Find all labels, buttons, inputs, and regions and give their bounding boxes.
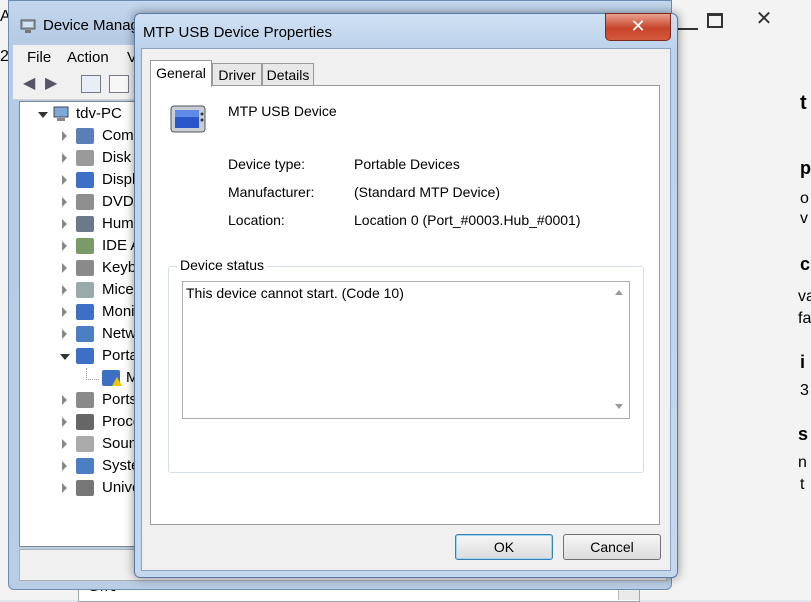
location-label: Location: bbox=[228, 212, 285, 228]
expand-arrow-icon[interactable] bbox=[62, 329, 67, 339]
bg-fragment: i bbox=[800, 352, 806, 372]
device-status-legend: Device status bbox=[177, 257, 268, 273]
collapse-arrow-icon[interactable] bbox=[60, 354, 70, 360]
device-category-icon bbox=[76, 282, 94, 298]
dialog-body: General Driver Details MTP USB Device De… bbox=[141, 48, 671, 571]
bg-fragment: p bbox=[800, 158, 811, 178]
menu-action[interactable]: Action bbox=[67, 49, 109, 66]
status-scrollbar[interactable] bbox=[610, 282, 628, 418]
device-category-icon bbox=[76, 150, 94, 166]
device-category-icon bbox=[76, 128, 94, 144]
device-category-icon bbox=[76, 326, 94, 342]
bg-maximize-button[interactable] bbox=[702, 10, 724, 28]
close-icon: ✕ bbox=[755, 6, 773, 30]
device-name: MTP USB Device bbox=[228, 103, 337, 119]
device-category-icon bbox=[76, 238, 94, 254]
forward-icon[interactable]: ▶ bbox=[45, 75, 63, 91]
expand-arrow-icon[interactable] bbox=[62, 417, 67, 427]
manufacturer-value: (Standard MTP Device) bbox=[354, 184, 501, 200]
device-manager-icon bbox=[20, 19, 36, 33]
collapse-arrow-icon[interactable] bbox=[38, 112, 48, 118]
expand-arrow-icon[interactable] bbox=[62, 461, 67, 471]
bg-fragment: s bbox=[798, 424, 809, 444]
device-category-icon bbox=[76, 392, 94, 408]
ok-button[interactable]: OK bbox=[455, 534, 553, 560]
properties-icon[interactable] bbox=[109, 75, 129, 93]
device-category-icon bbox=[76, 458, 94, 474]
device-category-icon bbox=[76, 304, 94, 320]
back-icon[interactable]: ◀ bbox=[23, 75, 41, 91]
expand-arrow-icon[interactable] bbox=[62, 153, 67, 163]
device-type-label: Device type: bbox=[228, 156, 306, 172]
bg-minimize-button[interactable] bbox=[676, 10, 698, 30]
expand-arrow-icon[interactable] bbox=[62, 263, 67, 273]
bg-close-button[interactable]: ✕ bbox=[748, 6, 780, 30]
bg-fragment: t bbox=[800, 92, 807, 114]
maximize-icon bbox=[707, 13, 723, 28]
expand-arrow-icon[interactable] bbox=[62, 241, 67, 251]
device-category-icon bbox=[76, 172, 94, 188]
tree-root-label: tdv-PC bbox=[76, 105, 122, 122]
expand-arrow-icon[interactable] bbox=[62, 483, 67, 493]
device-category-icon bbox=[76, 480, 94, 496]
expand-arrow-icon[interactable] bbox=[62, 307, 67, 317]
bg-fragment: t bbox=[800, 476, 805, 493]
tab-details[interactable]: Details bbox=[262, 63, 314, 86]
device-status-text: This device cannot start. (Code 10) bbox=[186, 285, 404, 301]
expand-arrow-icon[interactable] bbox=[62, 395, 67, 405]
warning-icon bbox=[112, 377, 122, 386]
dialog-title: MTP USB Device Properties bbox=[143, 24, 332, 41]
device-category-icon bbox=[76, 194, 94, 210]
scroll-up-icon[interactable] bbox=[615, 290, 623, 295]
bg-fragment: n bbox=[798, 454, 807, 471]
device-manager-title: Device Manag bbox=[43, 17, 139, 34]
location-value: Location 0 (Port_#0003.Hub_#0001) bbox=[354, 212, 581, 228]
device-category-icon bbox=[76, 436, 94, 452]
computer-icon bbox=[53, 106, 69, 121]
bg-fragment: c bbox=[800, 254, 811, 274]
bg-fragment: va bbox=[798, 288, 811, 305]
manufacturer-label: Manufacturer: bbox=[228, 184, 315, 200]
properties-dialog: MTP USB Device Properties ✕ General Driv… bbox=[134, 13, 678, 578]
expand-arrow-icon[interactable] bbox=[62, 131, 67, 141]
cancel-button[interactable]: Cancel bbox=[563, 534, 661, 560]
expand-arrow-icon[interactable] bbox=[62, 219, 67, 229]
device-category-icon bbox=[76, 260, 94, 276]
device-category-icon bbox=[76, 348, 94, 364]
menu-file[interactable]: File bbox=[27, 49, 51, 66]
tab-driver[interactable]: Driver bbox=[212, 63, 262, 86]
bg-fragment: o bbox=[800, 190, 809, 207]
device-type-value: Portable Devices bbox=[354, 156, 460, 172]
bg-fragment: fa bbox=[798, 310, 811, 327]
device-category-icon bbox=[76, 216, 94, 232]
bg-fragment: v bbox=[800, 210, 808, 227]
mtp-device-icon bbox=[170, 105, 206, 133]
expand-arrow-icon[interactable] bbox=[62, 439, 67, 449]
expand-arrow-icon[interactable] bbox=[62, 175, 67, 185]
expand-arrow-icon[interactable] bbox=[62, 285, 67, 295]
bg-fragment: 3 bbox=[800, 382, 809, 399]
tab-general[interactable]: General bbox=[150, 60, 212, 87]
close-icon: ✕ bbox=[630, 16, 646, 37]
tree-connector bbox=[86, 368, 99, 380]
show-hide-tree-icon[interactable] bbox=[81, 75, 101, 93]
device-status-textbox[interactable]: This device cannot start. (Code 10) bbox=[182, 281, 630, 419]
expand-arrow-icon[interactable] bbox=[62, 197, 67, 207]
scroll-down-icon[interactable] bbox=[615, 404, 623, 409]
general-tab-panel: MTP USB Device Device type: Portable Dev… bbox=[150, 85, 660, 525]
device-category-icon bbox=[76, 414, 94, 430]
dialog-close-button[interactable]: ✕ bbox=[605, 13, 671, 41]
